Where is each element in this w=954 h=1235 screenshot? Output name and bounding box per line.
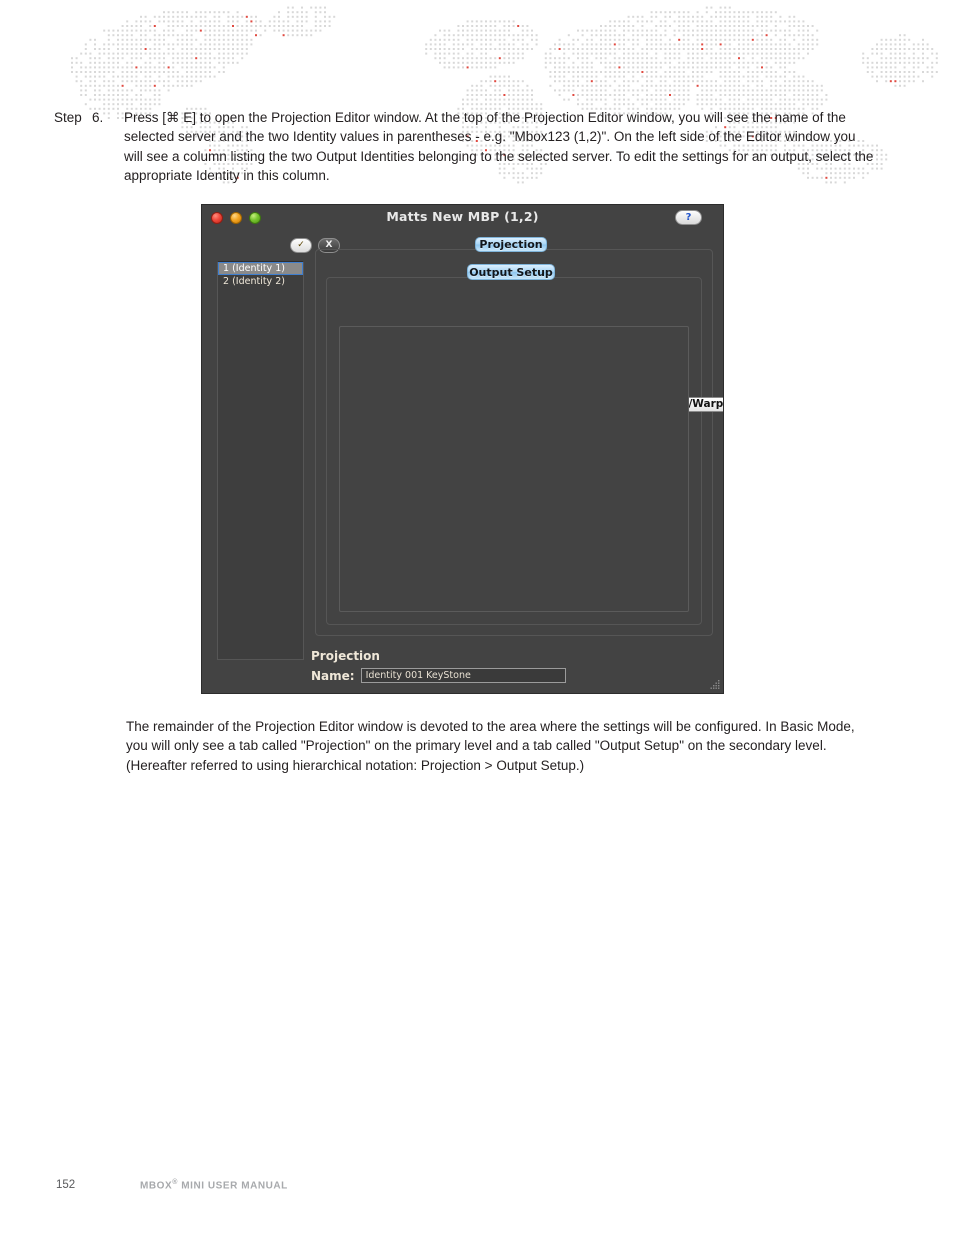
- step-number: 6.: [92, 110, 104, 125]
- tab-output-setup[interactable]: Output Setup: [467, 264, 555, 280]
- page-number: 152: [56, 1179, 76, 1192]
- window-title: Matts New MBP (1,2): [386, 209, 539, 224]
- identity-list-item-1[interactable]: 1 (Identity 1): [218, 262, 303, 275]
- manual-title-suffix: MINI USER MANUAL: [177, 1180, 288, 1192]
- confirm-button[interactable]: ✓: [290, 238, 312, 253]
- projection-section-label: Projection: [311, 649, 380, 663]
- step-label: Step: [54, 110, 82, 125]
- name-row: Name: Identity 001 KeyStone: [311, 668, 566, 683]
- step-block: Step 6. Press [⌘ E] to open the Projecti…: [54, 108, 874, 185]
- projection-tab-panel: Size: Configure Texture Keystone/Warp: [315, 249, 723, 636]
- identity-list-item-2[interactable]: 2 (Identity 2): [218, 275, 303, 288]
- closing-paragraph: The remainder of the Projection Editor w…: [126, 719, 855, 773]
- name-input[interactable]: Identity 001 KeyStone: [360, 668, 566, 683]
- page-footer: 152 MBOX® MINI USER MANUAL: [56, 1179, 556, 1191]
- manual-title-prefix: MBOX: [140, 1180, 173, 1192]
- step-body-text: Press [⌘ E] to open the Projection Edito…: [124, 110, 874, 183]
- projection-editor-window: Matts New MBP (1,2) ? ✓ X 1 (Identity 1)…: [201, 204, 724, 694]
- help-button[interactable]: ?: [675, 210, 702, 225]
- texture-settings-panel: [339, 326, 689, 612]
- tab-projection[interactable]: Projection: [475, 237, 547, 252]
- name-label: Name:: [311, 668, 355, 683]
- output-setup-tab-panel: Size: Configure Texture Keystone/Warp: [326, 277, 723, 625]
- window-titlebar: Matts New MBP (1,2) ?: [202, 205, 723, 231]
- identity-list[interactable]: 1 (Identity 1) 2 (Identity 2): [217, 261, 304, 660]
- resize-grip-icon[interactable]: [709, 679, 721, 691]
- manual-title: MBOX® MINI USER MANUAL: [140, 1179, 288, 1191]
